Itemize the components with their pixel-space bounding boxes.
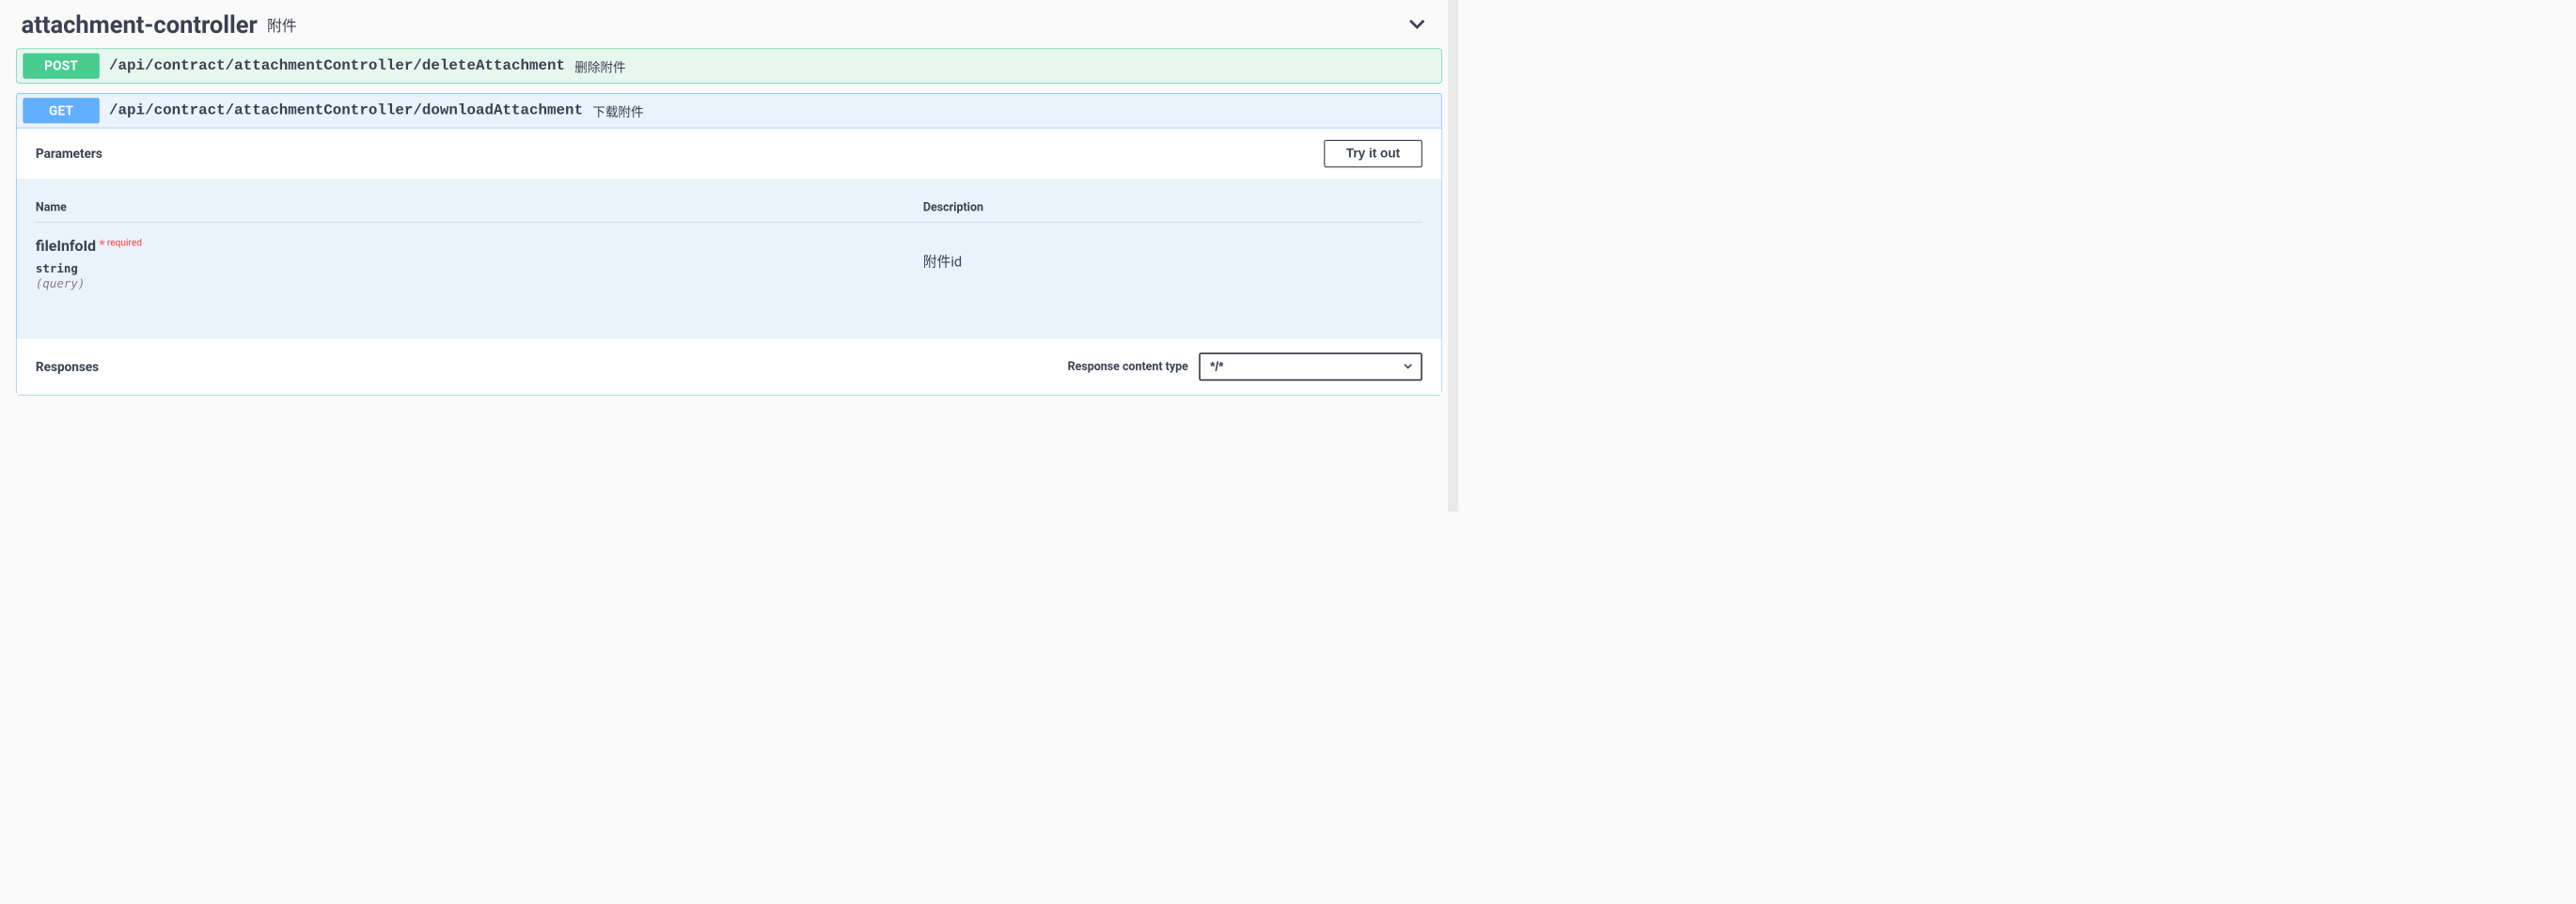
param-name-cell: fileInfoId*required string (query) (36, 237, 923, 290)
col-header-name: Name (36, 201, 923, 214)
parameters-title: Parameters (36, 147, 102, 162)
param-description: 附件id (923, 237, 1422, 271)
op-path: /api/contract/attachmentController/downl… (109, 102, 583, 119)
opblock-summary[interactable]: POST /api/contract/attachmentController/… (17, 49, 1442, 83)
responses-bar: Responses Response content type */* (17, 339, 1442, 395)
tag-header[interactable]: attachment-controller 附件 (0, 6, 1458, 49)
opblock-get-download-attachment: GET /api/contract/attachmentController/d… (16, 93, 1442, 395)
op-summary-text: 删除附件 (574, 56, 625, 75)
opblock-post-delete-attachment[interactable]: POST /api/contract/attachmentController/… (16, 49, 1442, 84)
response-content-type-label: Response content type (1068, 360, 1188, 373)
param-type: string (36, 262, 923, 275)
scrollbar-vertical[interactable] (1449, 0, 1458, 511)
method-badge-get: GET (23, 98, 100, 123)
param-name: fileInfoId (36, 237, 96, 255)
parameters-table: Name Description fileInfoId*required str… (17, 179, 1442, 338)
op-summary-text: 下载附件 (592, 101, 643, 120)
col-header-description: Description (923, 201, 1422, 214)
response-content-type-select[interactable]: */* (1199, 352, 1422, 381)
opblock-body: Parameters Try it out Name Description f… (17, 128, 1442, 395)
required-star-icon: * (99, 237, 104, 252)
required-label: required (107, 237, 142, 248)
chevron-down-icon (1407, 13, 1428, 36)
try-it-out-button[interactable]: Try it out (1324, 140, 1422, 167)
parameters-bar: Parameters Try it out (17, 128, 1442, 179)
tag-description: 附件 (267, 14, 297, 36)
op-path: /api/contract/attachmentController/delet… (109, 57, 565, 74)
response-content-type-select-wrap: */* (1199, 352, 1422, 381)
param-in: (query) (36, 277, 923, 290)
table-header-row: Name Description (36, 179, 1422, 222)
param-description-cell: 附件id (923, 237, 1422, 290)
method-badge-post: POST (23, 54, 100, 79)
table-row: fileInfoId*required string (query) 附件id (36, 223, 1422, 291)
tag-name: attachment-controller (22, 10, 258, 39)
opblock-summary[interactable]: GET /api/contract/attachmentController/d… (17, 94, 1442, 128)
responses-title: Responses (36, 359, 99, 374)
